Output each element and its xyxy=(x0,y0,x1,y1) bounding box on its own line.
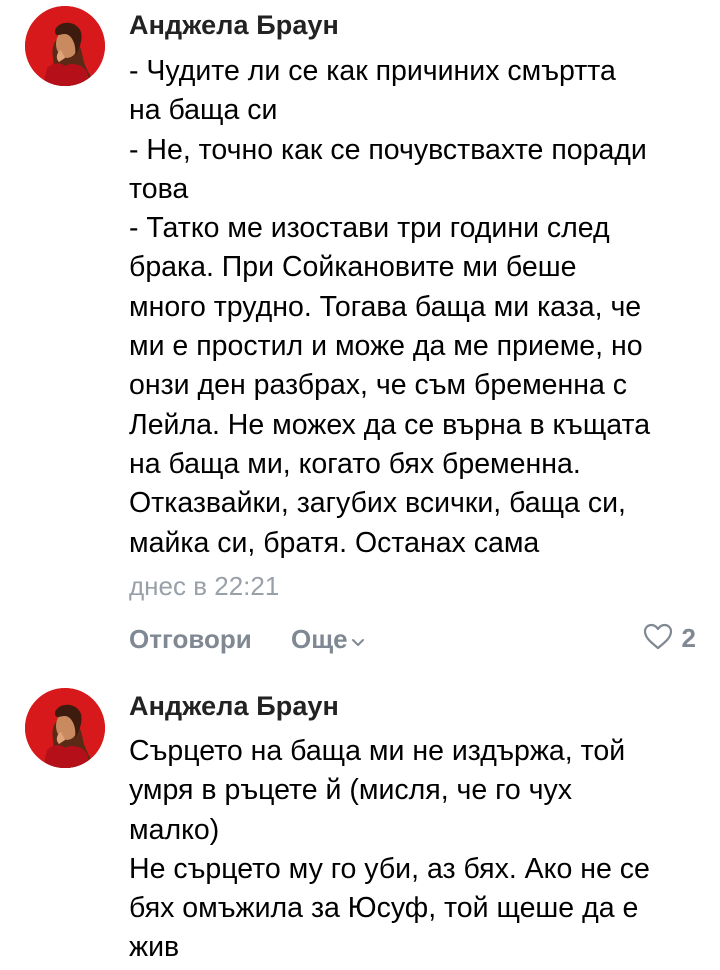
avatar[interactable] xyxy=(25,688,105,768)
comment-text-line: - Чудите ли се как причиних смъртта xyxy=(129,55,616,87)
comment-text-line: много трудно. Тогава баща ми каза, че xyxy=(129,290,642,323)
comment-text-line: брака. При Сойкановите ми беше xyxy=(129,251,577,284)
comment-text: - Чудите ли се как причиних смъртта на б… xyxy=(129,52,704,563)
comment-text-line: малко) xyxy=(129,813,220,846)
reply-button[interactable]: Отговори xyxy=(129,624,252,655)
comment-text: Сърцето на баща ми не издържа, той умря … xyxy=(129,732,704,968)
avatar[interactable] xyxy=(25,6,105,86)
comment-text-line: бях омъжила за Юсуф, той щеше да е xyxy=(129,892,639,925)
comment-text-line: ми е простил и може да ме приеме, но xyxy=(129,330,643,363)
like-button[interactable]: 2 xyxy=(642,622,696,655)
heart-outline-icon xyxy=(642,622,674,655)
comment-timestamp: днес в 22:21 xyxy=(129,571,280,601)
comment-text-line: на баща ми, когато бях бременна. xyxy=(129,447,581,480)
comment-text-line: Лейла. Не можех да се върна в къщата xyxy=(129,408,651,441)
comment-text-line: - Не, точно как се почувствахте поради xyxy=(129,133,647,166)
comment-actions: Отговори Още 2 xyxy=(0,620,720,660)
comment-text-line: умря в ръцете й (мисля, че го чух xyxy=(129,774,573,807)
comment-text-line: - Татко ме изостави три години след xyxy=(129,212,610,245)
comment-author[interactable]: Анджела Браун xyxy=(129,691,339,722)
comment-text-line: това xyxy=(129,172,189,205)
comment-text-line: Не сърцето му го уби, аз бях. Ако не се xyxy=(129,852,650,885)
comment-text-line: жив xyxy=(129,931,180,964)
chevron-down-icon xyxy=(351,624,365,655)
more-button[interactable]: Още xyxy=(291,624,365,655)
comment-author[interactable]: Анджела Браун xyxy=(129,10,339,41)
comment-text-line: Отказвайки, загубих всички, баща си, xyxy=(129,487,626,520)
comment-text-line: на баща си xyxy=(129,94,278,127)
comment-text-line: майка си, братя. Останах сама xyxy=(129,526,540,559)
more-label: Още xyxy=(291,624,348,654)
comment-text-line: онзи ден разбрах, че съм бременна с xyxy=(129,369,628,402)
comment-text-line: Сърцето на баща ми не издържа, той xyxy=(129,735,626,767)
like-count: 2 xyxy=(681,623,696,653)
